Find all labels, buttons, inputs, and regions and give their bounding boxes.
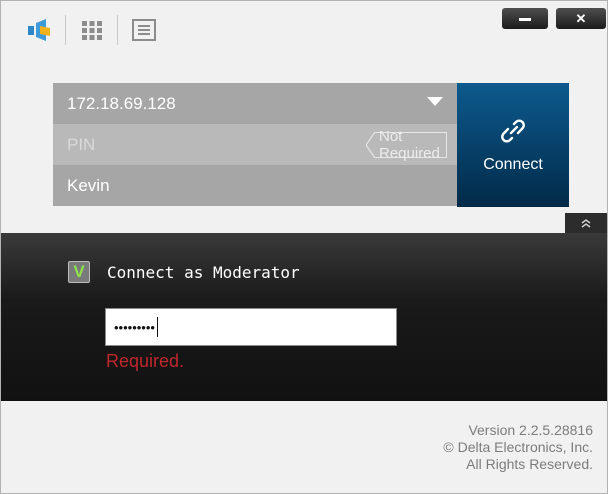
connection-panel: 172.18.69.128 PIN Not Required Kevin Con…	[53, 83, 569, 207]
app-logo-icon	[23, 15, 55, 45]
minimize-button[interactable]	[502, 8, 548, 29]
server-address-dropdown[interactable]: 172.18.69.128	[53, 83, 457, 124]
pin-placeholder: PIN	[67, 134, 96, 154]
minimize-icon	[519, 18, 531, 21]
copyright-text: © Delta Electronics, Inc.	[443, 439, 593, 455]
double-chevron-up-icon	[581, 219, 591, 228]
pin-field[interactable]: PIN Not Required	[53, 124, 457, 165]
server-address-value: 172.18.69.128	[67, 93, 176, 113]
version-text: Version 2.2.5.28816	[468, 422, 593, 438]
required-error-message: Required.	[106, 351, 185, 371]
display-name-field[interactable]: Kevin	[53, 165, 457, 206]
collapse-panel-button[interactable]	[565, 213, 607, 233]
text-caret	[156, 317, 158, 337]
moderator-password-input[interactable]: •••••••••	[105, 308, 397, 346]
dropdown-arrow-icon[interactable]	[427, 97, 443, 106]
toolbar-divider	[65, 15, 66, 45]
connect-button-label: Connect	[483, 156, 543, 173]
close-icon: ✕	[575, 10, 587, 26]
display-name-value: Kevin	[67, 175, 110, 195]
check-icon: V	[73, 262, 85, 281]
app-window: ✕ 172.18.69.128 PIN Not Required Kevin C…	[0, 0, 608, 494]
password-mask: •••••••••	[114, 319, 155, 335]
close-button[interactable]: ✕	[556, 8, 606, 29]
link-icon	[501, 119, 525, 143]
rights-text: All Rights Reserved.	[466, 456, 593, 472]
moderator-checkbox[interactable]: V	[68, 261, 90, 283]
pin-status-tag: Not Required	[375, 128, 447, 162]
menu-icon[interactable]	[129, 15, 159, 45]
moderator-label: Connect as Moderator	[107, 263, 300, 282]
connect-button[interactable]: Connect	[457, 83, 569, 207]
grid-icon[interactable]	[77, 15, 107, 45]
version-info: Version 2.2.5.28816 © Delta Electronics,…	[443, 422, 593, 473]
toolbar-divider	[117, 15, 118, 45]
